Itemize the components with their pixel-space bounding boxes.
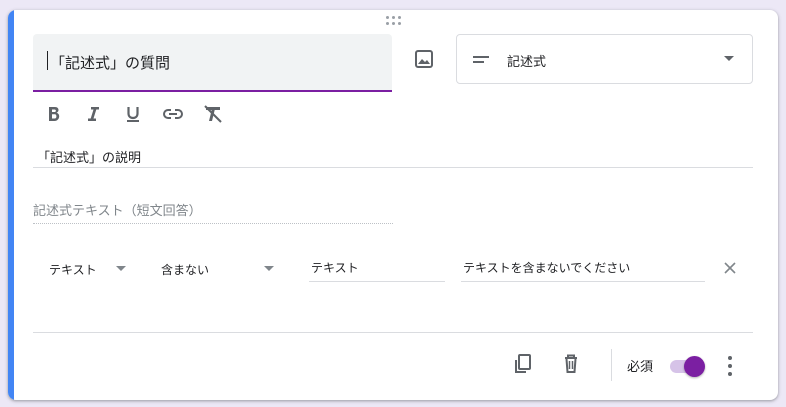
validation-error-message-input[interactable]: テキストを含まないでください [461,256,705,282]
question-description-input[interactable]: 「記述式」の説明 [33,144,753,168]
short-answer-icon [473,56,489,63]
italic-icon [88,107,99,121]
toggle-thumb [684,356,705,377]
required-label: 必須 [627,360,654,375]
dropdown-arrow-icon [264,266,274,271]
question-title-input[interactable]: 「記述式」の質問 [33,34,392,92]
question-title-text: 「記述式」の質問 [50,54,171,72]
add-image-button[interactable] [408,43,440,75]
trash-icon [565,354,577,373]
short-answer-hint-text: 記述式テキスト（短文回答） [33,204,202,219]
link-button[interactable] [159,102,187,126]
validation-type-label: テキスト [49,263,97,277]
validation-condition-label: 含まない [161,263,210,277]
question-card[interactable]: 「記述式」の質問 記述式 「記述式」の説明 記述式テキスト（短文回答） テキスト… [8,10,778,400]
question-type-select[interactable]: 記述式 [456,34,753,84]
close-icon [724,262,736,274]
validation-condition-select[interactable]: 含まない [161,258,277,280]
image-icon [415,50,433,68]
dropdown-arrow-icon [116,266,126,271]
validation-type-select[interactable]: テキスト [49,258,129,280]
short-answer-preview: 記述式テキスト（短文回答） [33,198,393,224]
remove-validation-button[interactable] [720,258,740,278]
italic-button[interactable] [79,102,107,126]
delete-button[interactable] [558,351,584,377]
more-options-button[interactable] [720,354,740,378]
clear-format-icon [204,105,222,123]
link-icon [162,109,184,119]
text-cursor [47,51,48,70]
dropdown-arrow-icon [724,56,734,61]
footer-separator [611,349,612,381]
question-description-text: 「記述式」の説明 [37,151,142,166]
footer-divider [33,332,753,333]
underline-button[interactable] [119,102,147,126]
copy-icon [515,354,531,373]
bold-button[interactable] [40,102,68,126]
required-toggle[interactable] [668,355,706,377]
duplicate-button[interactable] [509,351,535,377]
clear-format-button[interactable] [199,102,227,126]
validation-error-message-text: テキストを含まないでください [463,261,631,275]
question-type-label: 記述式 [507,55,547,70]
active-accent-bar [8,10,14,400]
bold-icon [49,107,60,121]
drag-handle-icon[interactable] [386,16,404,28]
validation-value-text: テキスト [311,261,359,275]
validation-value-input[interactable]: テキスト [309,256,445,282]
underline-icon [127,107,139,122]
